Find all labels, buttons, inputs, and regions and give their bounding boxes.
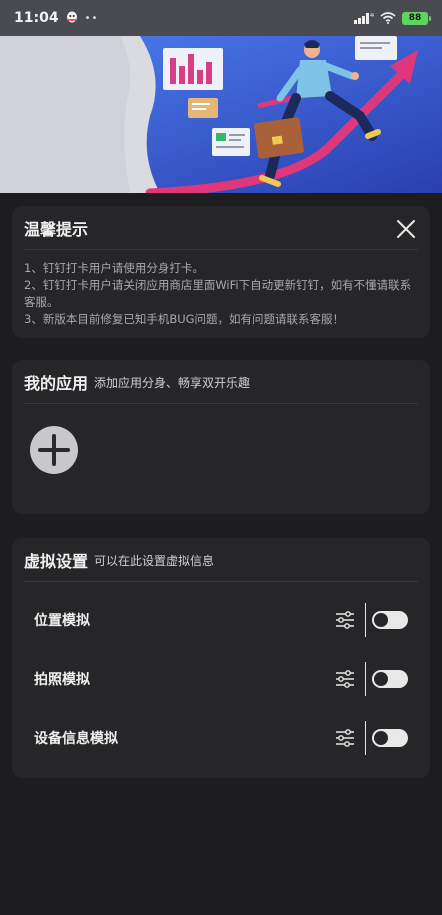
tip-line-3: 3、新版本目前修复已知手机BUG问题，如有问题请联系客服！	[24, 312, 345, 326]
setting-label-location: 位置模拟	[34, 613, 90, 629]
toggle-knob	[374, 672, 388, 686]
virtual-settings-title: 虚拟设置	[24, 551, 89, 571]
my-apps-title: 我的应用	[24, 373, 89, 393]
my-apps-header: 我的应用 添加应用分身、畅享双开乐趣	[24, 360, 418, 404]
status-bar: 11:04 •• 4G 88	[0, 0, 442, 36]
my-apps-card: 我的应用 添加应用分身、畅享双开乐趣	[12, 360, 430, 514]
plus-icon	[38, 434, 70, 466]
setting-row-camera: 拍照模拟	[34, 661, 408, 697]
battery-indicator: 88	[402, 11, 431, 25]
tip-line-2: 2、钉钉打卡用户请关闭应用商店里面WiFi下自动更新钉钉，如有不懂请联系客服。	[24, 278, 412, 309]
virtual-settings-subtitle: 可以在此设置虚拟信息	[94, 554, 215, 568]
sliders-icon[interactable]	[335, 669, 355, 689]
toggle-knob	[374, 731, 388, 745]
close-icon	[397, 220, 415, 238]
tip-line-1: 1、钉钉打卡用户请使用分身打卡。	[24, 261, 204, 275]
row-divider	[364, 603, 366, 637]
setting-label-device-info: 设备信息模拟	[34, 731, 118, 747]
virtual-settings-card: 虚拟设置 可以在此设置虚拟信息 位置模拟 拍照模拟 设备信息模拟	[12, 538, 430, 778]
my-apps-subtitle: 添加应用分身、畅享双开乐趣	[94, 376, 251, 390]
banner-illustration[interactable]	[0, 36, 442, 193]
setting-row-device-info: 设备信息模拟	[34, 720, 408, 756]
qq-icon	[65, 9, 79, 28]
tips-body: 1、钉钉打卡用户请使用分身打卡。 2、钉钉打卡用户请关闭应用商店里面WiFi下自…	[24, 260, 418, 328]
status-time: 11:04	[14, 10, 59, 26]
setting-label-camera: 拍照模拟	[34, 672, 90, 688]
virtual-settings-header: 虚拟设置 可以在此设置虚拟信息	[24, 538, 418, 582]
row-divider	[364, 662, 366, 696]
toggle-knob	[374, 613, 388, 627]
svg-text:4G: 4G	[370, 13, 374, 19]
add-app-button[interactable]	[30, 426, 78, 474]
row-divider	[364, 721, 366, 755]
notification-dots: ••	[84, 12, 99, 24]
signal-icon: 4G	[354, 9, 377, 28]
camera-toggle[interactable]	[372, 670, 408, 688]
sliders-icon[interactable]	[335, 610, 355, 630]
tips-card: 温馨提示 1、钉钉打卡用户请使用分身打卡。 2、钉钉打卡用户请关闭应用商店里面W…	[12, 206, 430, 338]
location-toggle[interactable]	[372, 611, 408, 629]
sliders-icon[interactable]	[335, 728, 355, 748]
tips-header: 温馨提示	[24, 206, 418, 250]
setting-row-location: 位置模拟	[34, 602, 408, 638]
close-tips-button[interactable]	[396, 219, 416, 239]
wifi-icon	[380, 9, 396, 28]
device-info-toggle[interactable]	[372, 729, 408, 747]
tips-title: 温馨提示	[24, 219, 89, 239]
